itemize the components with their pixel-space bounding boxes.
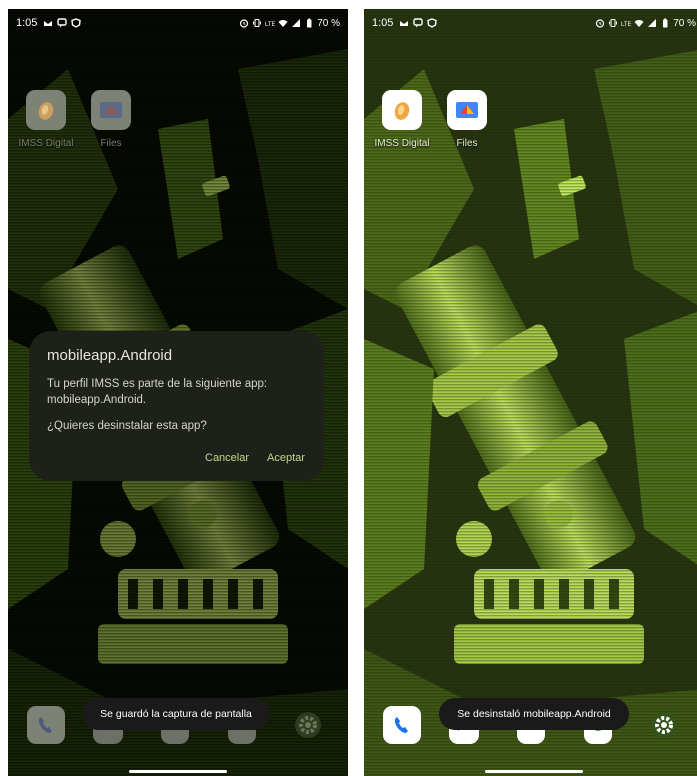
- vibrate-icon: [609, 18, 618, 28]
- files-icon: [100, 102, 122, 118]
- shield-icon: [427, 18, 438, 28]
- gesture-nav-bar[interactable]: [485, 770, 583, 773]
- uninstall-dialog: mobileapp.Android Tu perfil IMSS es part…: [29, 331, 324, 481]
- phone-screen-left: 1:05 LTE 70 % IMSS Digital Files Se guar…: [8, 9, 348, 776]
- chat-icon: [57, 18, 68, 28]
- status-bar: 1:05 LTE 70 %: [8, 9, 348, 37]
- shield-icon: [71, 18, 82, 28]
- gesture-nav-bar[interactable]: [129, 770, 227, 773]
- volte-icon: LTE: [621, 22, 631, 28]
- cancel-button[interactable]: Cancelar: [205, 452, 249, 464]
- chat-icon: [413, 18, 424, 28]
- dock-settings[interactable]: [645, 706, 683, 744]
- app-imss-digital[interactable]: IMSS Digital: [374, 90, 430, 149]
- dock-phone[interactable]: [383, 706, 421, 744]
- wifi-icon: [278, 19, 288, 27]
- app-files[interactable]: Files: [83, 90, 139, 149]
- alarm-icon: [596, 19, 605, 28]
- screenshot-toast: Se guardó la captura de pantalla: [82, 698, 270, 730]
- uninstall-toast: Se desinstaló mobileapp.Android: [439, 698, 629, 730]
- app-label: IMSS Digital: [18, 138, 74, 149]
- phone-icon: [394, 717, 408, 733]
- dialog-question: ¿Quieres desinstalar esta app?: [47, 420, 207, 432]
- wifi-icon: [634, 19, 644, 27]
- files-icon: [456, 102, 478, 118]
- accept-button[interactable]: Aceptar: [267, 452, 305, 464]
- battery-icon: [663, 18, 668, 28]
- settings-icon: [651, 712, 677, 738]
- dock-phone[interactable]: [27, 706, 65, 744]
- status-bar: 1:05 LTE 70 %: [364, 9, 697, 37]
- phone-icon: [38, 717, 52, 733]
- settings-icon: [295, 712, 321, 738]
- vibrate-icon: [253, 18, 262, 28]
- toast-text: Se guardó la captura de pantalla: [100, 708, 252, 720]
- dock-settings[interactable]: [289, 706, 327, 744]
- toast-text: Se desinstaló mobileapp.Android: [457, 708, 611, 720]
- app-label: IMSS Digital: [374, 138, 430, 149]
- dialog-title: mobileapp.Android: [47, 347, 173, 364]
- volte-icon: LTE: [265, 22, 275, 28]
- imss-digital-icon: [394, 102, 410, 120]
- imss-digital-icon: [38, 102, 54, 120]
- mail-icon: [44, 21, 53, 26]
- status-time: 1:05: [372, 17, 394, 29]
- status-time: 1:05: [16, 17, 38, 29]
- svg-text:LTE: LTE: [621, 22, 631, 28]
- signal-icon: [292, 19, 301, 27]
- battery-level: 70 %: [673, 17, 696, 29]
- phone-screen-right: 1:05 LTE 70 % IMSS Digital Files Se desi…: [364, 9, 697, 776]
- alarm-icon: [240, 19, 249, 28]
- app-files[interactable]: Files: [439, 90, 495, 149]
- app-label: Files: [456, 138, 478, 149]
- app-label: Files: [100, 138, 122, 149]
- battery-level: 70 %: [317, 17, 340, 29]
- app-imss-digital[interactable]: IMSS Digital: [18, 90, 74, 149]
- svg-text:LTE: LTE: [265, 22, 275, 28]
- mail-icon: [400, 21, 409, 26]
- dialog-message: Tu perfil IMSS es parte de la siguiente …: [47, 378, 268, 406]
- signal-icon: [648, 19, 657, 27]
- battery-icon: [307, 18, 312, 28]
